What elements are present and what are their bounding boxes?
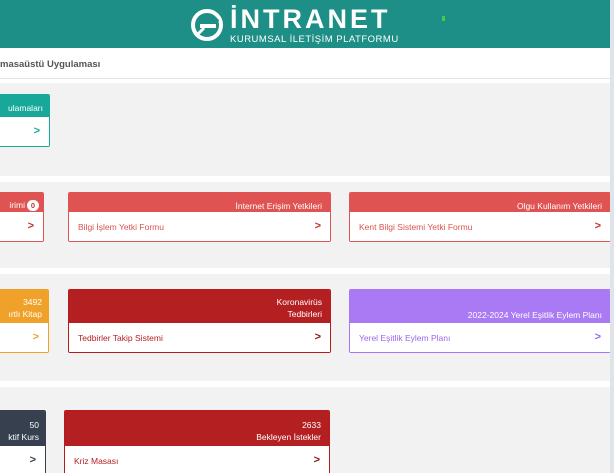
- card-count: 2633: [302, 420, 321, 430]
- chevron-right-icon[interactable]: >: [595, 220, 601, 232]
- card-header: Koronavirüs Tedbirleri: [69, 290, 330, 326]
- card-title: ktif Kurs: [8, 432, 39, 442]
- card-link-label[interactable]: Kriz Masası: [74, 456, 118, 466]
- card-count: 3492: [23, 297, 42, 307]
- card-active-courses[interactable]: 50 ktif Kurs >: [0, 410, 46, 473]
- chevron-right-icon[interactable]: >: [315, 331, 321, 343]
- card-title-text: irimi: [9, 200, 25, 210]
- card-title: ırtlı Kitap: [8, 309, 42, 319]
- card-footer[interactable]: Bilgi İşlem Yetki Formu >: [69, 212, 330, 241]
- card-title-line1: Koronavirüs: [276, 297, 322, 307]
- card-link-label[interactable]: Kent Bilgi Sistemi Yetki Formu: [359, 222, 472, 232]
- card-header: 3492 ırtlı Kitap: [0, 290, 48, 326]
- card-equality-plan[interactable]: 2022-2024 Yerel Eşitlik Eylem Planı Yere…: [349, 289, 611, 353]
- status-dot: [442, 16, 445, 21]
- count-badge: 0: [27, 200, 39, 212]
- card-header: 2633 Bekleyen İstekler: [65, 411, 329, 449]
- card-link-label[interactable]: Bilgi İşlem Yetki Formu: [78, 222, 164, 232]
- card-header: 50 ktif Kurs: [0, 411, 45, 449]
- card-header: ulamaları: [0, 95, 49, 119]
- chevron-right-icon[interactable]: >: [28, 220, 34, 232]
- card-link-label[interactable]: Tedbirler Takip Sistemi: [78, 333, 163, 343]
- card-title: 2022-2024 Yerel Eşitlik Eylem Planı: [467, 310, 602, 320]
- card-footer[interactable]: Yerel Eşitlik Eylem Planı >: [350, 323, 610, 352]
- chevron-right-icon[interactable]: >: [34, 125, 40, 137]
- card-title: İnternet Erişim Yetkileri: [235, 201, 322, 211]
- chevron-right-icon[interactable]: >: [315, 220, 321, 232]
- card-olgu-permissions[interactable]: Olgu Kullanım Yetkileri Kent Bilgi Siste…: [349, 192, 611, 242]
- section-divider: [0, 381, 614, 387]
- card-crisis-desk[interactable]: 2633 Bekleyen İstekler Kriz Masası >: [64, 410, 330, 473]
- card-footer[interactable]: >: [0, 212, 43, 241]
- card-internet-access[interactable]: İnternet Erişim Yetkileri Bilgi İşlem Ye…: [68, 192, 331, 242]
- card-title: irimi 0: [9, 200, 39, 212]
- card-books[interactable]: 3492 ırtlı Kitap >: [0, 289, 49, 353]
- card-count: 50: [29, 420, 39, 430]
- card-link-label[interactable]: Yerel Eşitlik Eylem Planı: [359, 333, 450, 343]
- intranet-logo-icon: [191, 9, 223, 41]
- card-footer[interactable]: Tedbirler Takip Sistemi >: [69, 323, 330, 352]
- card-footer[interactable]: >: [0, 323, 48, 352]
- chevron-right-icon[interactable]: >: [30, 454, 36, 466]
- logo-text: İNTRANET KURUMSAL İLETİŞİM PLATFORMU: [230, 3, 399, 45]
- app-window: İNTRANET KURUMSAL İLETİŞİM PLATFORMU mas…: [0, 0, 614, 473]
- logo-subtitle: KURUMSAL İLETİŞİM PLATFORMU: [230, 33, 399, 45]
- section-divider: [0, 176, 614, 182]
- section-divider: [0, 79, 614, 83]
- logo-title: İNTRANET: [230, 3, 391, 34]
- card-header: 2022-2024 Yerel Eşitlik Eylem Planı: [350, 290, 610, 326]
- chevron-right-icon[interactable]: >: [314, 454, 320, 466]
- card-footer[interactable]: >: [0, 117, 49, 146]
- card-coronavirus[interactable]: Koronavirüs Tedbirleri Tedbirler Takip S…: [68, 289, 331, 353]
- card-title: Bekleyen İstekler: [256, 432, 321, 442]
- header-bar: İNTRANET KURUMSAL İLETİŞİM PLATFORMU: [0, 0, 614, 48]
- card-title: Olgu Kullanım Yetkileri: [516, 201, 602, 211]
- breadcrumb: masaüstü Uygulaması: [0, 59, 101, 70]
- card-notifications[interactable]: irimi 0 >: [0, 192, 44, 242]
- breadcrumb-bar: masaüstü Uygulaması: [0, 48, 614, 79]
- intranet-logo[interactable]: İNTRANET KURUMSAL İLETİŞİM PLATFORMU: [190, 4, 399, 46]
- chevron-right-icon[interactable]: >: [595, 331, 601, 343]
- card-title-line2: Tedbirleri: [287, 309, 323, 319]
- window-edge: [610, 0, 614, 473]
- card-title: ulamaları: [8, 103, 43, 113]
- card-footer[interactable]: Kriz Masası >: [65, 446, 329, 473]
- section-divider: [0, 268, 614, 274]
- card-footer[interactable]: Kent Bilgi Sistemi Yetki Formu >: [350, 212, 610, 241]
- chevron-right-icon[interactable]: >: [33, 331, 39, 343]
- card-footer[interactable]: >: [0, 446, 45, 473]
- card-applications[interactable]: ulamaları >: [0, 94, 50, 147]
